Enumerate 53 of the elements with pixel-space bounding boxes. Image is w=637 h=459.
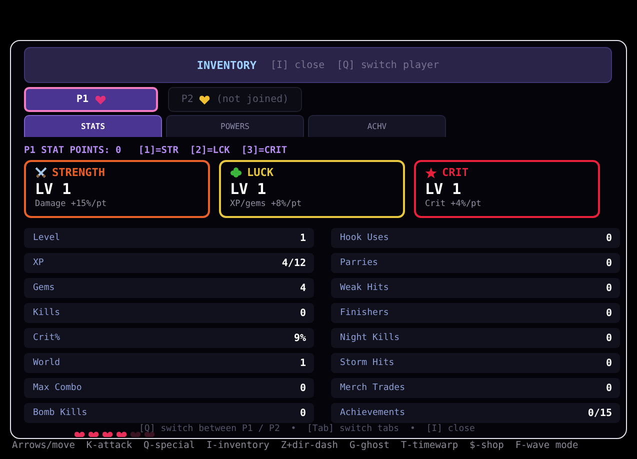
stat-level: LV 1 <box>230 179 268 199</box>
stat-points-text: P1 STAT POINTS: 0 [1]=STR [2]=LCK [3]=CRIT <box>24 145 288 156</box>
stat-level: LV 1 <box>425 179 462 199</box>
stat-value: 0 <box>606 332 612 344</box>
stat-value: 9% <box>294 332 306 344</box>
stat-value: 0 <box>606 232 612 244</box>
tab[interactable]: ACHV <box>308 115 446 137</box>
stat-label: Achievements <box>340 408 406 418</box>
stat-description: Crit +4%/pt <box>425 199 482 209</box>
stat-description: Damage +15%/pt <box>35 199 108 209</box>
stat-value: 0/15 <box>588 408 612 418</box>
stat-value: 1 <box>300 358 306 368</box>
stat-label: Hook Uses <box>340 233 389 243</box>
stat-value: 0 <box>606 382 612 394</box>
footer-hint: [Q] switch between P1 / P2 • [Tab] switch tabs • [I] close <box>138 424 476 434</box>
stat-label: Crit% <box>33 333 60 343</box>
controls-help: Arrows/move K-attack Q-special I-inventory Z+dir-dash G-ghost T-timewarp $-shop F-wave mode <box>12 440 580 451</box>
stat-value: 4/12 <box>282 258 306 268</box>
stat-name: CRIT <box>442 166 468 179</box>
stat-label: Kills <box>33 308 60 318</box>
stat-value: 4 <box>300 282 306 294</box>
stat-value: 0 <box>300 382 306 394</box>
star-icon <box>425 166 437 178</box>
stat-label: Storm Hits <box>340 358 394 368</box>
stat-value: 0 <box>300 308 306 318</box>
crossed-swords-icon <box>35 166 47 178</box>
stat-label: Bomb Kills <box>33 408 88 418</box>
stat-value: 0 <box>606 258 612 268</box>
tab[interactable]: POWERS <box>166 115 304 137</box>
stat-label: Level <box>33 233 60 243</box>
stat-label: Max Combo <box>33 383 82 393</box>
stat-label: Finishers <box>340 308 389 318</box>
header-hint: [I] close [Q] switch player <box>270 60 440 70</box>
stat-label: XP <box>33 258 44 268</box>
stat-label: Weak Hits <box>340 283 389 293</box>
stat-level: LV 1 <box>35 179 72 199</box>
stat-label: Gems <box>33 283 55 293</box>
tab[interactable]: STATS <box>24 115 162 137</box>
stat-label: Parries <box>340 258 378 268</box>
stat-value: 1 <box>300 232 306 244</box>
stat-description: XP/gems +8%/pt <box>230 199 303 209</box>
stat-value: 0 <box>606 308 612 318</box>
stat-name: STRENGTH <box>52 166 105 179</box>
stat-label: World <box>33 358 60 368</box>
inventory-title: INVENTORY <box>196 58 257 72</box>
stat-name: LUCK <box>247 166 274 179</box>
stat-value: 0 <box>300 408 306 418</box>
player-tab[interactable]: P1 <box>24 87 158 112</box>
stat-value: 0 <box>606 358 612 368</box>
stat-label: Night Kills <box>340 333 400 343</box>
clover-icon <box>230 166 242 178</box>
stat-label: Merch Trades <box>340 383 406 393</box>
stat-value: 0 <box>606 282 612 294</box>
